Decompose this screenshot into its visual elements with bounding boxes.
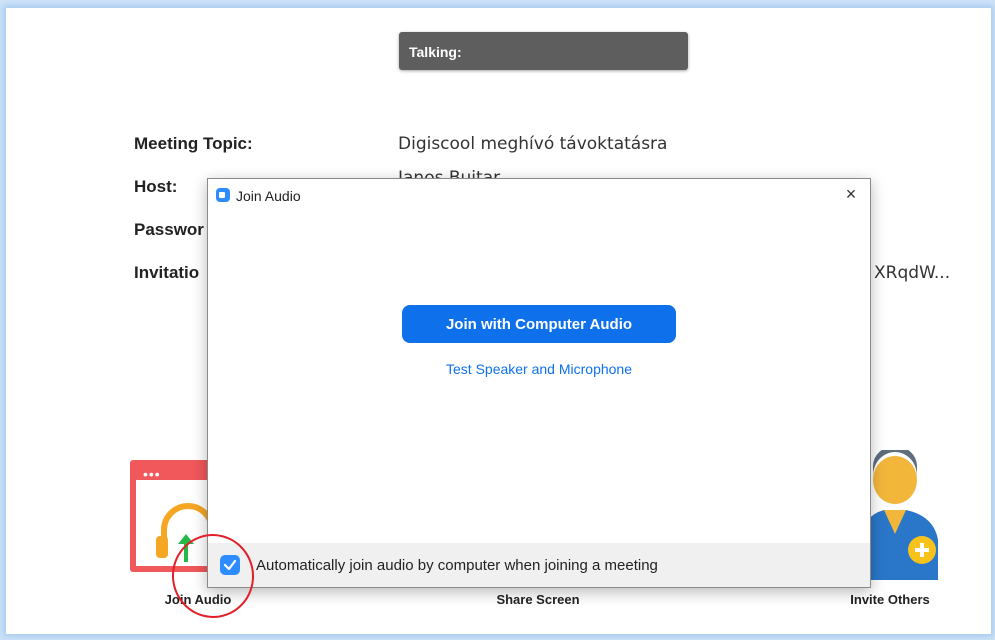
dialog-footer: Automatically join audio by computer whe… [208,543,870,587]
dialog-title: Join Audio [236,188,301,204]
meeting-topic-label: Meeting Topic: [134,134,253,153]
join-audio-dialog: Join Audio × Join with Computer Audio Te… [207,178,871,588]
meeting-topic-value: Digiscool meghívó távoktatásra [398,134,668,154]
invitation-value: XRqdW... [874,263,951,283]
share-screen-label[interactable]: Share Screen [458,592,618,607]
host-label: Host: [134,177,178,196]
zoom-camera-icon [216,188,230,202]
auto-join-checkbox[interactable] [220,555,240,575]
test-speaker-microphone-link[interactable]: Test Speaker and Microphone [208,361,870,377]
talking-label: Talking: [409,44,462,60]
close-button[interactable]: × [840,183,862,205]
dialog-titlebar[interactable]: Join Audio × [208,179,870,211]
invite-person-icon[interactable] [862,450,948,582]
invitation-label: Invitatio [134,263,200,282]
auto-join-label[interactable]: Automatically join audio by computer whe… [256,557,658,574]
join-audio-label[interactable]: Join Audio [118,592,278,607]
join-with-computer-audio-button[interactable]: Join with Computer Audio [402,305,676,343]
talking-indicator: Talking: [399,32,688,70]
password-label: Passwor [134,220,204,239]
checkmark-icon [223,559,237,571]
invite-others-label[interactable]: Invite Others [810,592,970,607]
